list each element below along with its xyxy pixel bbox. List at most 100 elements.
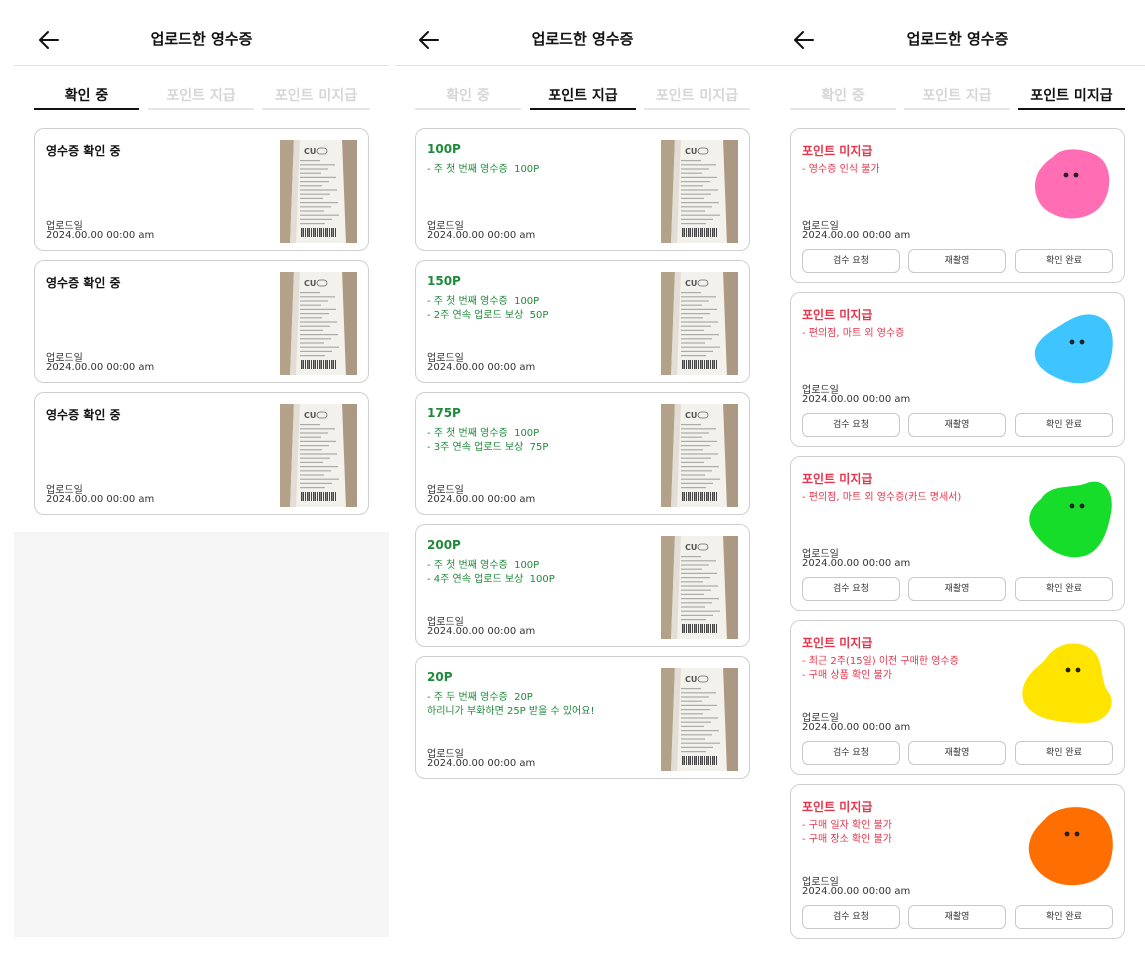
receipt-card[interactable]: 영수증 확인 중 업로드일 2024.00.00 00:00 am CU — [34, 260, 369, 383]
card-title: 포인트 미지급 — [802, 800, 873, 814]
tab-checking[interactable]: 확인 중 — [34, 86, 139, 110]
upload-date: 2024.00.00 00:00 am — [802, 886, 911, 897]
tab-points-paid[interactable]: 포인트 지급 — [530, 86, 636, 110]
page-title: 업로드한 영수증 — [531, 30, 634, 48]
retake-button[interactable]: 재촬영 — [908, 905, 1006, 929]
svg-text:CU: CU — [685, 279, 697, 288]
retake-button[interactable]: 재촬영 — [908, 577, 1006, 601]
header: 업로드한 영수증 — [395, 0, 770, 66]
receipt-thumbnail[interactable]: CU — [661, 668, 738, 771]
receipt-card[interactable]: 영수증 확인 중 업로드일 2024.00.00 00:00 am CU — [34, 392, 369, 515]
tab-checking[interactable]: 확인 중 — [415, 86, 521, 110]
unpaid-card[interactable]: 포인트 미지급 - 편의점, 마트 외 영수증(카드 명세서) 업로드일 202… — [790, 456, 1125, 611]
receipt-thumbnail[interactable]: CU — [661, 140, 738, 243]
tab-points-paid[interactable]: 포인트 지급 — [148, 86, 254, 110]
receipt-thumbnail[interactable]: CU — [661, 404, 738, 507]
unpaid-reasons: - 영수증 인식 불가 — [802, 164, 880, 175]
review-request-button[interactable]: 검수 요청 — [802, 249, 900, 273]
upload-date: 2024.00.00 00:00 am — [802, 394, 911, 405]
unpaid-reasons: - 최근 2주(15일) 이전 구매한 영수증 - 구매 상품 확인 불가 — [802, 656, 959, 681]
receipt-card[interactable]: 20P - 주 두 번째 영수증 20P 하리니가 부화하면 25P 받을 수 … — [415, 656, 750, 779]
points-details: - 주 두 번째 영수증 20P 하리니가 부화하면 25P 받을 수 있어요! — [427, 692, 595, 717]
card-title: 영수증 확인 중 — [46, 408, 121, 422]
points-amount: 175P — [427, 406, 461, 420]
points-details: - 주 첫 번째 영수증 100P - 2주 연속 업로드 보상 50P — [427, 296, 549, 321]
card-title: 포인트 미지급 — [802, 144, 873, 158]
receipt-thumbnail[interactable]: CU — [661, 536, 738, 639]
character-blob-icon — [1034, 314, 1113, 384]
points-amount: 200P — [427, 538, 461, 552]
tab-points-paid[interactable]: 포인트 지급 — [904, 86, 1010, 110]
retake-button[interactable]: 재촬영 — [908, 741, 1006, 765]
review-request-button[interactable]: 검수 요청 — [802, 741, 900, 765]
unpaid-card[interactable]: 포인트 미지급 - 편의점, 마트 외 영수증 업로드일 2024.00.00 … — [790, 292, 1125, 447]
receipt-thumbnail[interactable]: CU — [280, 140, 357, 243]
receipt-thumbnail[interactable]: CU — [661, 272, 738, 375]
points-amount: 100P — [427, 142, 461, 156]
screen-checking: 업로드한 영수증 확인 중 포인트 지급 포인트 미지급 영수증 확인 중 업로… — [0, 0, 390, 953]
confirm-button[interactable]: 확인 완료 — [1015, 413, 1113, 437]
upload-date: 2024.00.00 00:00 am — [46, 362, 155, 373]
review-request-button[interactable]: 검수 요청 — [802, 577, 900, 601]
review-request-button[interactable]: 검수 요청 — [802, 905, 900, 929]
receipt-card[interactable]: 200P - 주 첫 번째 영수증 100P - 4주 연속 업로드 보상 10… — [415, 524, 750, 647]
unpaid-card[interactable]: 포인트 미지급 - 영수증 인식 불가 업로드일 2024.00.00 00:0… — [790, 128, 1125, 283]
header: 업로드한 영수증 — [14, 0, 389, 66]
svg-text:CU: CU — [304, 411, 316, 420]
card-title: 포인트 미지급 — [802, 472, 873, 486]
confirm-button[interactable]: 확인 완료 — [1015, 249, 1113, 273]
tab-bar: 확인 중 포인트 지급 포인트 미지급 — [34, 86, 370, 110]
receipt-card[interactable]: 150P - 주 첫 번째 영수증 100P - 2주 연속 업로드 보상 50… — [415, 260, 750, 383]
upload-date: 2024.00.00 00:00 am — [427, 758, 536, 769]
tab-bar: 확인 중 포인트 지급 포인트 미지급 — [415, 86, 751, 110]
upload-date: 2024.00.00 00:00 am — [427, 230, 536, 241]
upload-date: 2024.00.00 00:00 am — [46, 494, 155, 505]
card-title: 포인트 미지급 — [802, 308, 873, 322]
tab-checking[interactable]: 확인 중 — [790, 86, 896, 110]
confirm-button[interactable]: 확인 완료 — [1015, 905, 1113, 929]
svg-text:CU: CU — [685, 147, 697, 156]
receipt-thumbnail[interactable]: CU — [280, 404, 357, 507]
points-details: - 주 첫 번째 영수증 100P - 4주 연속 업로드 보상 100P — [427, 560, 555, 585]
svg-text:CU: CU — [685, 543, 697, 552]
upload-date: 2024.00.00 00:00 am — [427, 494, 536, 505]
receipt-card[interactable]: 175P - 주 첫 번째 영수증 100P - 3주 연속 업로드 보상 75… — [415, 392, 750, 515]
card-title: 영수증 확인 중 — [46, 276, 121, 290]
tab-points-unpaid[interactable]: 포인트 미지급 — [262, 86, 370, 110]
receipt-thumbnail[interactable]: CU — [280, 272, 357, 375]
unpaid-card[interactable]: 포인트 미지급 - 구매 일자 확인 불가 - 구매 장소 확인 불가 업로드일… — [790, 784, 1125, 939]
tab-points-unpaid[interactable]: 포인트 미지급 — [644, 86, 750, 110]
receipt-card[interactable]: 100P - 주 첫 번째 영수증 100P 업로드일 2024.00.00 0… — [415, 128, 750, 251]
tab-bar: 확인 중 포인트 지급 포인트 미지급 — [790, 86, 1126, 110]
confirm-button[interactable]: 확인 완료 — [1015, 741, 1113, 765]
svg-text:CU: CU — [685, 675, 697, 684]
review-request-button[interactable]: 검수 요청 — [802, 413, 900, 437]
points-amount: 150P — [427, 274, 461, 288]
upload-date: 2024.00.00 00:00 am — [802, 722, 911, 733]
retake-button[interactable]: 재촬영 — [908, 249, 1006, 273]
upload-date: 2024.00.00 00:00 am — [427, 626, 536, 637]
page-title: 업로드한 영수증 — [150, 30, 253, 48]
character-blob-icon — [1035, 149, 1110, 219]
character-blob-icon — [1029, 481, 1112, 558]
svg-text:CU: CU — [304, 147, 316, 156]
screen-points-unpaid: 업로드한 영수증 확인 중 포인트 지급 포인트 미지급 포인트 미지급 - 영… — [770, 0, 1145, 953]
svg-text:CU: CU — [304, 279, 316, 288]
retake-button[interactable]: 재촬영 — [908, 413, 1006, 437]
confirm-button[interactable]: 확인 완료 — [1015, 577, 1113, 601]
unpaid-card[interactable]: 포인트 미지급 - 최근 2주(15일) 이전 구매한 영수증 - 구매 상품 … — [790, 620, 1125, 775]
receipt-card[interactable]: 영수증 확인 중 업로드일 2024.00.00 00:00 am CU — [34, 128, 369, 251]
upload-date: 2024.00.00 00:00 am — [46, 230, 155, 241]
card-title: 영수증 확인 중 — [46, 144, 121, 158]
card-title: 포인트 미지급 — [802, 636, 873, 650]
screen-points-paid: 업로드한 영수증 확인 중 포인트 지급 포인트 미지급 100P - 주 첫 … — [395, 0, 770, 953]
upload-date: 2024.00.00 00:00 am — [802, 558, 911, 569]
points-details: - 주 첫 번째 영수증 100P — [427, 164, 540, 175]
points-details: - 주 첫 번째 영수증 100P - 3주 연속 업로드 보상 75P — [427, 428, 549, 453]
page-title: 업로드한 영수증 — [906, 30, 1009, 48]
unpaid-reasons: - 편의점, 마트 외 영수증 — [802, 328, 905, 339]
character-blob-icon — [1022, 643, 1112, 723]
unpaid-reasons: - 구매 일자 확인 불가 - 구매 장소 확인 불가 — [802, 820, 892, 845]
upload-date: 2024.00.00 00:00 am — [427, 362, 536, 373]
tab-points-unpaid[interactable]: 포인트 미지급 — [1018, 86, 1125, 110]
